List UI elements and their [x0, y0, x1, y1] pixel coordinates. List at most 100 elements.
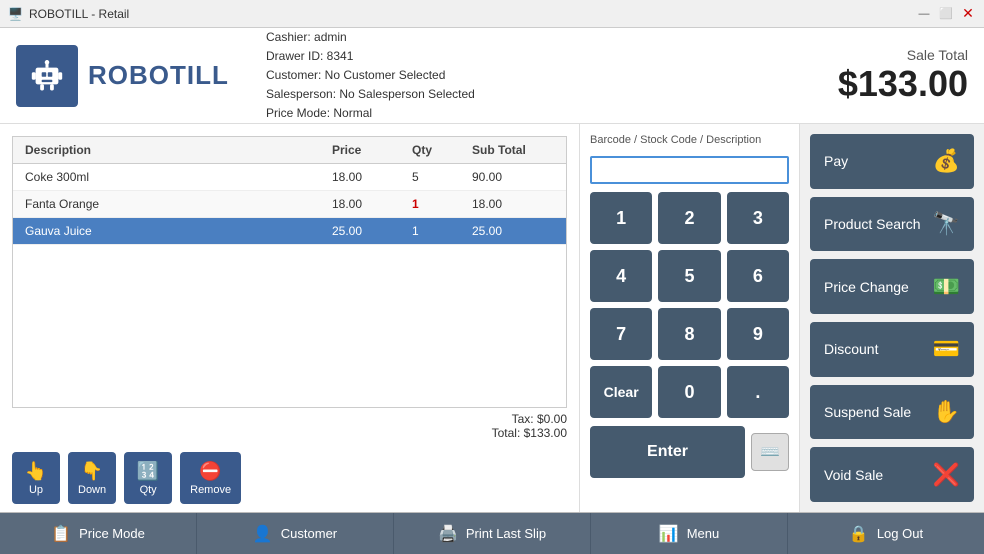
table-header: Description Price Qty Sub Total: [13, 137, 566, 164]
up-button[interactable]: 👆 Up: [12, 452, 60, 504]
bottom-actions: 👆 Up 👇 Down 🔢 Qty ⛔ Remove: [0, 444, 579, 512]
logo-area: ROBOTILL: [16, 45, 256, 107]
sale-total-area: Sale Total $133.00: [838, 47, 968, 105]
customer-footer-button[interactable]: 👤 Customer: [197, 513, 394, 554]
body-area: Description Price Qty Sub Total Coke 300…: [0, 124, 984, 512]
void-sale-button[interactable]: Void Sale ❌: [810, 447, 974, 502]
sale-total-label: Sale Total: [838, 47, 968, 63]
remove-label: Remove: [190, 484, 231, 496]
pay-icon: 💰: [933, 148, 960, 174]
discount-label: Discount: [824, 341, 878, 357]
price-change-label: Price Change: [824, 279, 909, 295]
down-label: Down: [78, 484, 106, 496]
table-row[interactable]: Coke 300ml 18.00 5 90.00: [13, 164, 566, 191]
drawer-info: Drawer ID: 8341: [266, 47, 838, 66]
col-subtotal: Sub Total: [468, 141, 558, 159]
col-qty: Qty: [408, 141, 468, 159]
down-button[interactable]: 👇 Down: [68, 452, 116, 504]
product-search-label: Product Search: [824, 216, 921, 232]
clear-button[interactable]: Clear: [590, 366, 652, 418]
row-subtotal: 18.00: [468, 195, 558, 213]
numpad-panel: Barcode / Stock Code / Description 1 2 3…: [580, 124, 800, 512]
table-row[interactable]: Gauva Juice 25.00 1 25.00: [13, 218, 566, 245]
menu-footer-button[interactable]: 📊 Menu: [591, 513, 788, 554]
row-qty: 1: [408, 195, 468, 213]
void-sale-label: Void Sale: [824, 467, 883, 483]
customer-label: Customer: [281, 526, 337, 541]
keyboard-icon: ⌨️: [760, 442, 780, 462]
print-icon: 🖨️: [438, 524, 458, 544]
menu-label: Menu: [687, 526, 720, 541]
num-5-button[interactable]: 5: [658, 250, 720, 302]
qty-button[interactable]: 🔢 Qty: [124, 452, 172, 504]
menu-icon: 📊: [659, 524, 679, 544]
pay-button[interactable]: Pay 💰: [810, 134, 974, 189]
decimal-button[interactable]: .: [727, 366, 789, 418]
cashier-info: Cashier: admin: [266, 28, 838, 47]
num-1-button[interactable]: 1: [590, 192, 652, 244]
col-description: Description: [21, 141, 328, 159]
num-6-button[interactable]: 6: [727, 250, 789, 302]
discount-icon: 💳: [933, 336, 960, 362]
product-search-icon: 🔭: [933, 211, 960, 237]
qty-label: Qty: [140, 484, 157, 496]
title-bar: 🖥️ ROBOTILL - Retail — ⬜ ✕: [0, 0, 984, 28]
num-2-button[interactable]: 2: [658, 192, 720, 244]
tax-amount: Tax: $0.00: [12, 412, 567, 426]
logo-box: [16, 45, 78, 107]
discount-button[interactable]: Discount 💳: [810, 322, 974, 377]
numpad: 1 2 3 4 5 6 7 8 9 Clear 0 .: [590, 192, 789, 418]
print-last-slip-button[interactable]: 🖨️ Print Last Slip: [394, 513, 591, 554]
barcode-label: Barcode / Stock Code / Description: [590, 134, 789, 146]
remove-icon: ⛔: [199, 461, 221, 482]
num-9-button[interactable]: 9: [727, 308, 789, 360]
price-change-button[interactable]: Price Change 💵: [810, 259, 974, 314]
remove-button[interactable]: ⛔ Remove: [180, 452, 241, 504]
row-subtotal: 25.00: [468, 222, 558, 240]
row-description: Coke 300ml: [21, 168, 328, 186]
log-out-button[interactable]: 🔒 Log Out: [788, 513, 984, 554]
keyboard-button[interactable]: ⌨️: [751, 433, 789, 471]
price-mode-label: Price Mode: [79, 526, 145, 541]
barcode-input[interactable]: [590, 156, 789, 184]
customer-icon: 👤: [253, 524, 273, 544]
log-out-label: Log Out: [877, 526, 923, 541]
suspend-sale-button[interactable]: Suspend Sale ✋: [810, 385, 974, 440]
qty-icon: 🔢: [137, 461, 159, 482]
row-price: 18.00: [328, 168, 408, 186]
robot-logo-icon: [28, 57, 66, 95]
items-table: Description Price Qty Sub Total Coke 300…: [12, 136, 567, 408]
down-icon: 👇: [81, 461, 103, 482]
price-change-icon: 💵: [933, 274, 960, 300]
col-price: Price: [328, 141, 408, 159]
print-label: Print Last Slip: [466, 526, 546, 541]
num-0-button[interactable]: 0: [658, 366, 720, 418]
footer: 📋 Price Mode 👤 Customer 🖨️ Print Last Sl…: [0, 512, 984, 554]
maximize-button[interactable]: ⬜: [938, 6, 954, 22]
left-panel: Description Price Qty Sub Total Coke 300…: [0, 124, 580, 512]
suspend-icon: ✋: [933, 399, 960, 425]
close-button[interactable]: ✕: [960, 6, 976, 22]
right-panel: Pay 💰 Product Search 🔭 Price Change 💵 Di…: [800, 124, 984, 512]
table-footer: Tax: $0.00 Total: $133.00: [0, 408, 579, 444]
void-icon: ❌: [933, 462, 960, 488]
num-7-button[interactable]: 7: [590, 308, 652, 360]
total-amount: Total: $133.00: [12, 426, 567, 440]
num-8-button[interactable]: 8: [658, 308, 720, 360]
logo-text: ROBOTILL: [88, 60, 229, 91]
app-icon: 🖥️: [8, 7, 23, 21]
info-area: Cashier: admin Drawer ID: 8341 Customer:…: [256, 28, 838, 124]
suspend-sale-label: Suspend Sale: [824, 404, 911, 420]
enter-button[interactable]: Enter: [590, 426, 745, 478]
price-mode-icon: 📋: [51, 524, 71, 544]
minimize-button[interactable]: —: [916, 6, 932, 22]
pay-label: Pay: [824, 153, 848, 169]
price-mode-footer-button[interactable]: 📋 Price Mode: [0, 513, 197, 554]
table-row[interactable]: Fanta Orange 18.00 1 18.00: [13, 191, 566, 218]
product-search-button[interactable]: Product Search 🔭: [810, 197, 974, 252]
num-3-button[interactable]: 3: [727, 192, 789, 244]
up-icon: 👆: [25, 461, 47, 482]
window-controls[interactable]: — ⬜ ✕: [916, 6, 976, 22]
salesperson-info: Salesperson: No Salesperson Selected: [266, 85, 838, 104]
num-4-button[interactable]: 4: [590, 250, 652, 302]
